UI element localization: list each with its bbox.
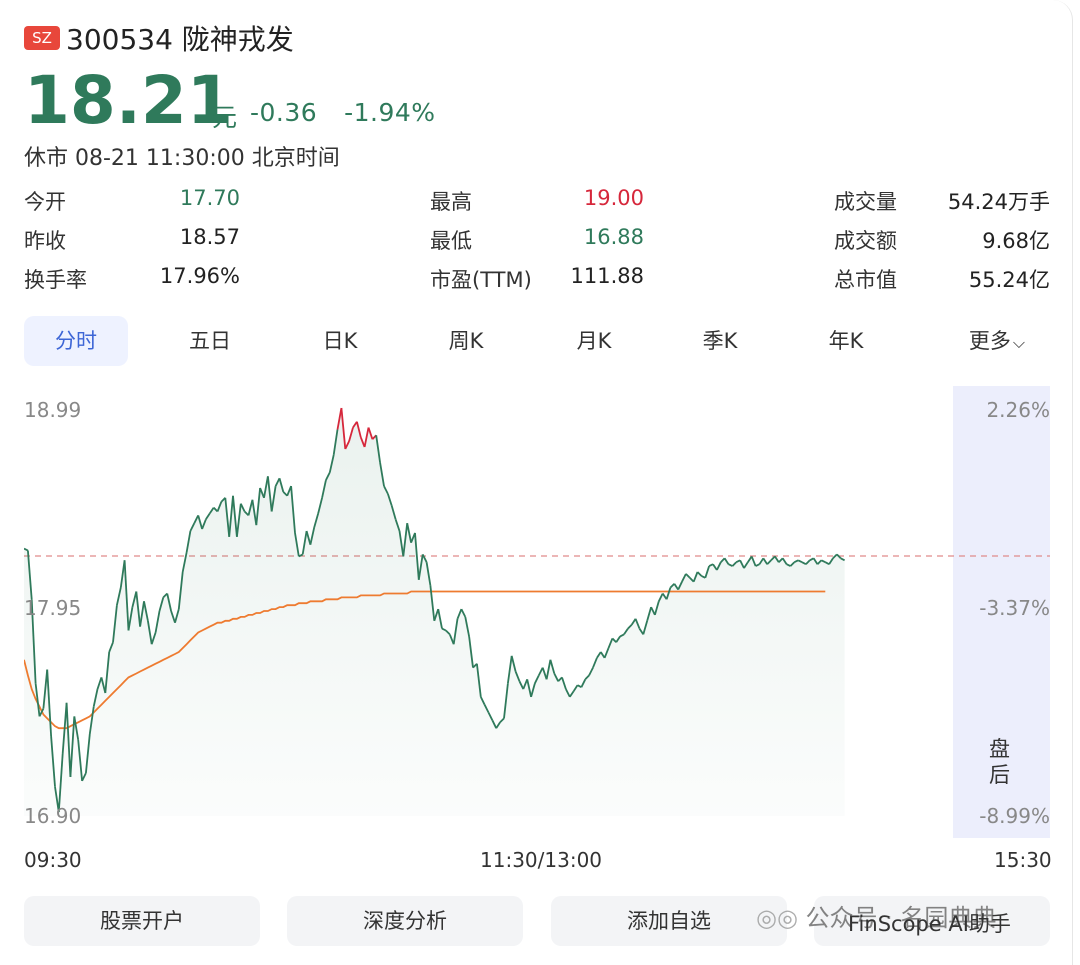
open-account-button[interactable]: 股票开户 xyxy=(24,896,260,946)
add-watchlist-button[interactable]: 添加自选 xyxy=(551,896,787,946)
market-status: 休市 08-21 11:30:00 北京时间 xyxy=(24,146,340,171)
current-price: 18.21 xyxy=(24,62,233,139)
wechat-icon: ◎◎ xyxy=(756,904,798,932)
pct-label-top: 2.26% xyxy=(986,398,1050,422)
stock-title: 300534 陇神戎发 xyxy=(66,23,294,56)
pe-label: 市盈(TTM) xyxy=(430,268,532,292)
x-label-start: 09:30 xyxy=(24,848,82,872)
period-tabs: 分时 五日 日K 周K 月K 季K 年K 更多 ⌵ xyxy=(24,316,1050,366)
volume-label: 成交量 xyxy=(834,190,897,214)
pct-label-mid: -3.37% xyxy=(979,596,1050,620)
open-value: 17.70 xyxy=(179,186,240,210)
after-hours-label: 盘后 xyxy=(989,737,1010,787)
price-unit: 元 xyxy=(212,103,238,132)
x-label-mid: 11:30/13:00 xyxy=(480,848,603,872)
high-value: 19.00 xyxy=(583,186,644,210)
stock-quote-card: SZ 300534 陇神戎发 18.21 元 -0.36 -1.94% 休市 0… xyxy=(0,0,1073,965)
turnover-rate-label: 换手率 xyxy=(24,268,87,292)
tab-more-label: 更多 xyxy=(968,329,1011,353)
x-label-end: 15:30 xyxy=(994,848,1052,872)
change-percent: -1.94% xyxy=(344,98,436,127)
pe-value: 111.88 xyxy=(570,264,644,288)
pct-label-bottom: -8.99% xyxy=(979,804,1050,828)
market-cap-label: 总市值 xyxy=(834,268,897,292)
high-label: 最高 xyxy=(430,190,472,214)
market-cap-value: 55.24亿 xyxy=(968,268,1050,292)
intraday-chart xyxy=(24,386,1050,838)
tab-more[interactable]: 更多 ⌵ xyxy=(944,316,1050,366)
price-area xyxy=(24,408,845,816)
tab-day-k[interactable]: 日K xyxy=(288,316,392,366)
change-value: -0.36 xyxy=(250,98,318,127)
open-label: 今开 xyxy=(24,190,66,214)
tab-year-k[interactable]: 年K xyxy=(794,316,898,366)
prev-close-value: 18.57 xyxy=(179,225,240,249)
tab-month-k[interactable]: 月K xyxy=(542,316,646,366)
tab-week-k[interactable]: 周K xyxy=(414,316,518,366)
ai-assistant-label: FinScope AI助手 xyxy=(848,912,1011,936)
price-change: -0.36 -1.94% xyxy=(250,98,436,127)
tab-five-day[interactable]: 五日 xyxy=(158,316,262,366)
tab-intraday[interactable]: 分时 xyxy=(24,316,128,366)
prev-close-label: 昨收 xyxy=(24,229,66,253)
y-label-bottom: 16.90 xyxy=(24,804,82,828)
chevron-down-icon: ⌵ xyxy=(1012,333,1026,352)
low-value: 16.88 xyxy=(583,225,644,249)
low-label: 最低 xyxy=(430,229,472,253)
market-badge: SZ xyxy=(24,26,60,50)
y-label-mid: 17.95 xyxy=(24,596,82,620)
turnover-rate-value: 17.96% xyxy=(159,264,240,288)
amount-value: 9.68亿 xyxy=(982,229,1050,253)
amount-label: 成交额 xyxy=(834,229,897,253)
y-label-top: 18.99 xyxy=(24,398,82,422)
deep-analysis-button[interactable]: 深度分析 xyxy=(287,896,523,946)
tab-quarter-k[interactable]: 季K xyxy=(668,316,772,366)
volume-value: 54.24万手 xyxy=(947,190,1050,214)
